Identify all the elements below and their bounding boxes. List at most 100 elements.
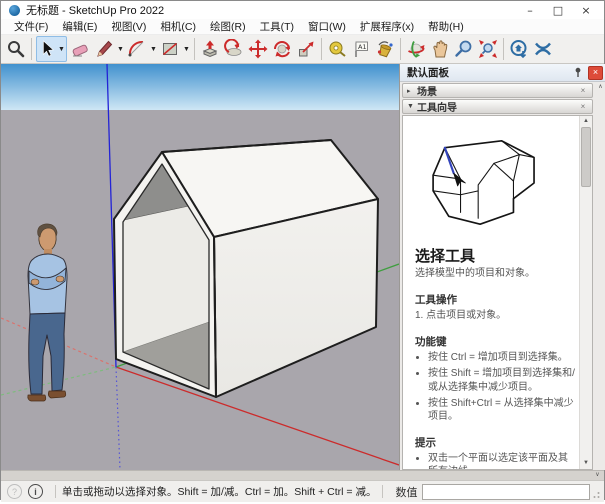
instructor-bullet: 按住 Shift+Ctrl = 从选择集中减少项目。 xyxy=(428,397,575,423)
rectangle-tool-button[interactable] xyxy=(158,37,182,61)
resize-grip-icon[interactable] xyxy=(592,485,600,499)
select-dropdown-caret[interactable]: ▼ xyxy=(57,37,66,61)
svg-text:A1: A1 xyxy=(358,43,367,51)
tray-header[interactable]: 默认面板 × xyxy=(400,64,605,82)
tray-title: 默认面板 xyxy=(407,65,571,80)
rectangle-icon xyxy=(160,39,180,59)
push-pull-tool-button[interactable] xyxy=(198,37,222,61)
text-label-icon: A1 xyxy=(351,39,371,59)
menu-edit[interactable]: 编辑(E) xyxy=(55,19,104,34)
menu-camera[interactable]: 相机(C) xyxy=(153,19,203,34)
sketchup-app-icon xyxy=(9,5,20,16)
text-tool-button[interactable]: A1 xyxy=(349,37,373,61)
select-tool-button[interactable]: ▼ xyxy=(36,36,67,62)
getting-started-toolbar: ▼ ▼ ▼ ▼ xyxy=(1,35,604,64)
tray-close-icon[interactable]: × xyxy=(588,66,603,80)
section-instructor[interactable]: ▼ 工具向导 × xyxy=(402,99,593,114)
sky xyxy=(1,64,399,110)
move-icon xyxy=(248,39,268,59)
3d-warehouse-icon xyxy=(509,39,529,59)
arc-icon xyxy=(127,39,147,59)
menu-help[interactable]: 帮助(H) xyxy=(421,19,471,34)
offset-tool-button[interactable] xyxy=(222,37,246,61)
orbit-tool-button[interactable] xyxy=(404,37,428,61)
measurements-input[interactable] xyxy=(422,484,590,500)
menu-view[interactable]: 视图(V) xyxy=(104,19,153,34)
status-hint-text: 单击或拖动以选择对象。Shift = 加/减。Ctrl = 加。Shift + … xyxy=(62,484,376,499)
menu-draw[interactable]: 绘图(R) xyxy=(203,19,253,34)
status-help-icon[interactable]: ? xyxy=(7,484,22,499)
expand-triangle-icon: ▼ xyxy=(407,103,417,110)
model-viewport[interactable] xyxy=(1,64,399,470)
scroll-up-icon[interactable]: ▲ xyxy=(580,116,592,127)
window-title: 无标题 - SketchUp Pro 2022 xyxy=(26,2,516,18)
pencil-icon xyxy=(94,39,114,59)
maximize-button[interactable]: □ xyxy=(544,2,572,18)
section-close-icon[interactable]: × xyxy=(578,86,588,95)
instructor-bullet: 双击一个平面以选定该平面及其所有边线。 xyxy=(428,452,575,469)
scale-tool-button[interactable] xyxy=(294,37,318,61)
default-tray-panel: 默认面板 × ▸ 场景 × ▼ 工具向导 × xyxy=(399,64,605,470)
instructor-scrollbar[interactable]: ▲ ▼ xyxy=(579,116,592,469)
tape-measure-tool-button[interactable] xyxy=(325,37,349,61)
instructor-bullet: 按住 Shift = 增加项目到选择集和/或从选择集中减少项目。 xyxy=(428,367,575,393)
section-scenes[interactable]: ▸ 场景 × xyxy=(402,83,593,98)
toolbar-separator xyxy=(31,38,32,60)
zoom-tool-button[interactable] xyxy=(452,37,476,61)
minimize-button[interactable]: – xyxy=(516,2,544,18)
tray-scroll-rail[interactable]: ∧ xyxy=(595,82,605,470)
sketchup-window: 无标题 - SketchUp Pro 2022 – □ × 文件(F) 编辑(E… xyxy=(0,0,605,500)
measurements-label: 数值 xyxy=(395,484,417,500)
title-bar: 无标题 - SketchUp Pro 2022 – □ × xyxy=(1,1,604,19)
zoom-extents-icon xyxy=(478,39,498,59)
3d-warehouse-button[interactable] xyxy=(507,37,531,61)
pan-hand-icon xyxy=(430,39,450,59)
menu-bar: 文件(F) 编辑(E) 视图(V) 相机(C) 绘图(R) 工具(T) 窗口(W… xyxy=(1,19,604,35)
offset-icon xyxy=(224,39,244,59)
instructor-bullet: 按住 Ctrl = 增加项目到选择集。 xyxy=(428,351,575,364)
tape-measure-icon xyxy=(327,39,347,59)
toolbar-separator xyxy=(400,38,401,60)
toolbar-separator xyxy=(503,38,504,60)
collapse-triangle-icon: ▸ xyxy=(407,87,417,95)
move-tool-button[interactable] xyxy=(246,37,270,61)
extension-warehouse-icon xyxy=(533,39,553,59)
arc-tool-button[interactable] xyxy=(125,37,149,61)
paint-bucket-tool-button[interactable] xyxy=(373,37,397,61)
zoom-extents-button[interactable] xyxy=(476,37,500,61)
tray-scroll-down-icon[interactable]: ∨ xyxy=(591,471,604,480)
line-dropdown-caret[interactable]: ▼ xyxy=(116,37,125,61)
line-tool-button[interactable] xyxy=(92,37,116,61)
scroll-down-icon[interactable]: ▼ xyxy=(580,458,592,469)
close-button[interactable]: × xyxy=(572,2,600,18)
instructor-illustration xyxy=(423,134,575,237)
search-icon xyxy=(6,39,26,59)
arc-dropdown-caret[interactable]: ▼ xyxy=(149,37,158,61)
pin-icon[interactable] xyxy=(571,66,585,79)
rotate-tool-button[interactable] xyxy=(270,37,294,61)
pan-tool-button[interactable] xyxy=(428,37,452,61)
scale-icon xyxy=(296,39,316,59)
rectangle-dropdown-caret[interactable]: ▼ xyxy=(182,37,191,61)
menu-file[interactable]: 文件(F) xyxy=(7,19,55,34)
instructor-content: 选择工具 选择模型中的项目和对象。 工具操作 1. 点击项目或对象。 功能键 按… xyxy=(403,116,579,469)
push-pull-icon xyxy=(200,39,220,59)
eraser-tool-button[interactable] xyxy=(68,37,92,61)
status-info-icon[interactable]: i xyxy=(28,484,43,499)
menu-tools[interactable]: 工具(T) xyxy=(253,19,301,34)
instructor-tool-title: 选择工具 xyxy=(415,245,575,266)
toolbar-separator xyxy=(194,38,195,60)
scrollbar-thumb[interactable] xyxy=(581,127,591,187)
orbit-icon xyxy=(406,39,426,59)
bottom-strip: ∨ xyxy=(1,470,604,480)
eraser-icon xyxy=(70,39,90,59)
section-close-icon[interactable]: × xyxy=(578,102,588,111)
extension-warehouse-button[interactable] xyxy=(531,37,555,61)
rotate-icon xyxy=(272,39,292,59)
search-tool-button[interactable] xyxy=(4,37,28,61)
tray-scroll-up-icon[interactable]: ∧ xyxy=(595,82,605,93)
menu-window[interactable]: 窗口(W) xyxy=(301,19,353,34)
toolbar-separator xyxy=(321,38,322,60)
menu-extensions[interactable]: 扩展程序(x) xyxy=(353,19,421,34)
paint-bucket-icon xyxy=(375,39,395,59)
